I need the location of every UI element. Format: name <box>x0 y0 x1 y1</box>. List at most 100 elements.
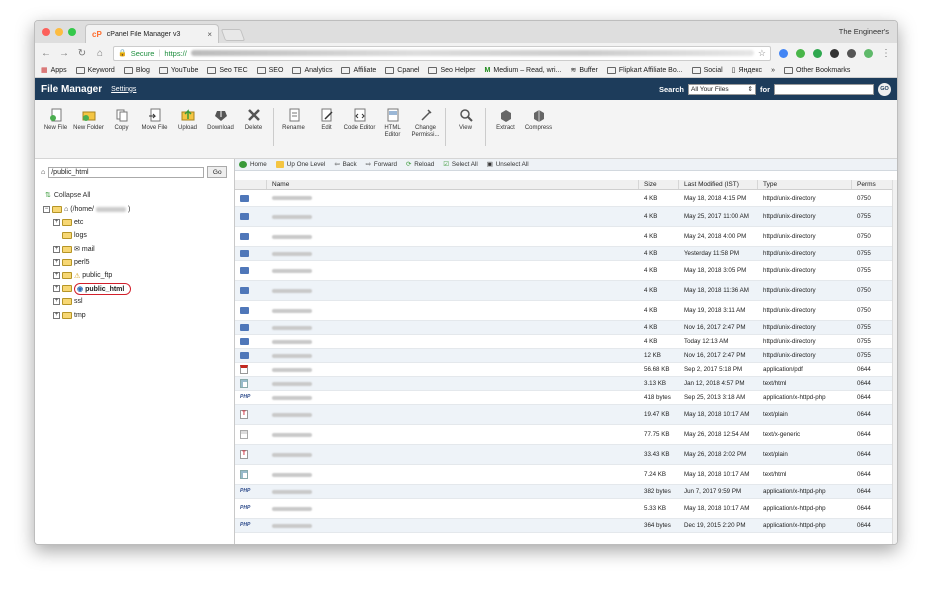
upload-button[interactable]: Upload <box>171 108 204 158</box>
expand-toggle[interactable]: + <box>53 298 60 306</box>
code-editor-button[interactable]: Code Editor <box>343 108 376 158</box>
file-perms-cell[interactable]: 0644 <box>852 425 897 444</box>
table-row[interactable]: 4 KB Today 12:13 AM httpd/unix-directory 07… <box>235 335 897 349</box>
collapse-toggle[interactable]: − <box>43 206 50 214</box>
expand-toggle[interactable]: + <box>53 258 60 266</box>
minimize-window-button[interactable] <box>55 28 63 36</box>
close-window-button[interactable] <box>42 28 50 36</box>
file-perms-cell[interactable]: 0644 <box>852 391 897 404</box>
file-perms-cell[interactable]: 0755 <box>852 247 897 260</box>
bookmark-item[interactable]: Analytics <box>292 66 332 74</box>
file-name-cell[interactable] <box>267 391 639 404</box>
file-name-cell[interactable] <box>267 207 639 226</box>
table-row[interactable]: 56.68 KB Sep 2, 2017 5:18 PM application/p… <box>235 363 897 377</box>
bookmark-item[interactable]: Seo Helper <box>428 66 476 74</box>
tree-item-public-ftp[interactable]: + ⚠ public_ftp <box>43 269 131 282</box>
file-perms-cell[interactable]: 0644 <box>852 499 897 518</box>
file-perms-cell[interactable]: 0644 <box>852 377 897 390</box>
extension-icon[interactable] <box>779 48 788 58</box>
file-perms-cell[interactable]: 0755 <box>852 349 897 362</box>
file-perms-cell[interactable]: 0644 <box>852 405 897 424</box>
table-row[interactable]: PHP 418 bytes Sep 25, 2013 3:18 AM applicat… <box>235 391 897 405</box>
file-perms-cell[interactable]: 0755 <box>852 261 897 280</box>
collapse-all-link[interactable]: ⇅ Collapse All <box>45 191 90 200</box>
table-row[interactable]: 4 KB May 18, 2018 11:36 AM httpd/unix-dire… <box>235 281 897 301</box>
bookmark-item[interactable]: ▦ Apps <box>41 66 67 75</box>
table-row[interactable]: 4 KB May 19, 2018 3:11 AM httpd/unix-direc… <box>235 301 897 321</box>
compress-button[interactable]: Compress <box>522 108 555 158</box>
extract-button[interactable]: Extract <box>489 108 522 158</box>
file-name-cell[interactable] <box>267 465 639 484</box>
tree-item-public-html[interactable]: + ◉ public_html <box>43 282 132 295</box>
profile-name[interactable]: The Engineer's <box>839 27 889 36</box>
file-name-cell[interactable] <box>267 261 639 280</box>
file-name-cell[interactable] <box>267 349 639 362</box>
file-perms-cell[interactable]: 0750 <box>852 281 897 300</box>
tree-item-mail[interactable]: + ✉ mail <box>43 243 131 256</box>
bookmark-star-icon[interactable]: ☆ <box>758 48 766 59</box>
file-name-cell[interactable] <box>267 321 639 334</box>
file-perms-cell[interactable]: 0644 <box>852 485 897 498</box>
tree-item-ssl[interactable]: + ssl <box>43 295 131 308</box>
file-name-cell[interactable] <box>267 190 639 206</box>
tree-item-perl5[interactable]: + perl5 <box>43 256 131 269</box>
table-row[interactable]: 4 KB May 24, 2018 4:00 PM httpd/unix-direc… <box>235 227 897 247</box>
browser-tab[interactable]: cP cPanel File Manager v3 × <box>85 24 219 43</box>
table-row[interactable]: 3.13 KB Jan 12, 2018 4:57 PM text/html 0644 <box>235 377 897 391</box>
file-name-cell[interactable] <box>267 281 639 300</box>
extension-icon[interactable] <box>796 48 805 58</box>
file-name-cell[interactable] <box>267 377 639 390</box>
extension-icon[interactable] <box>830 48 839 58</box>
back-arrow-icon[interactable]: ← <box>41 48 51 59</box>
table-row[interactable]: 4 KB Yesterday 11:58 PM httpd/unix-directo… <box>235 247 897 261</box>
file-name-cell[interactable] <box>267 405 639 424</box>
expand-toggle[interactable]: + <box>53 219 60 227</box>
file-perms-cell[interactable]: 0644 <box>852 465 897 484</box>
size-column-header[interactable]: Size <box>639 180 679 189</box>
maximize-window-button[interactable] <box>68 28 76 36</box>
table-row[interactable]: PHP 382 bytes Jun 7, 2017 9:59 PM applicati… <box>235 485 897 499</box>
file-perms-cell[interactable]: 0750 <box>852 190 897 206</box>
change-permissions-button[interactable]: Change Permissi... <box>409 108 442 158</box>
file-perms-cell[interactable]: 0750 <box>852 301 897 320</box>
modified-column-header[interactable]: Last Modified (IST) <box>679 180 758 189</box>
selected-folder[interactable]: ◉ public_html <box>74 282 132 295</box>
edit-button[interactable]: Edit <box>310 108 343 158</box>
tree-item-etc[interactable]: + etc <box>43 216 131 229</box>
bookmark-item[interactable]: Cpanel <box>385 66 419 74</box>
file-name-cell[interactable] <box>267 363 639 376</box>
table-row[interactable]: 4 KB May 25, 2017 11:00 AM httpd/unix-dire… <box>235 207 897 227</box>
table-row[interactable]: 4 KB May 18, 2018 3:05 PM httpd/unix-direc… <box>235 261 897 281</box>
copy-button[interactable]: Copy <box>105 108 138 158</box>
vertical-scrollbar[interactable] <box>892 180 897 544</box>
move-file-button[interactable]: Move File <box>138 108 171 158</box>
select-all-button[interactable]: ☑ Select All <box>443 161 478 168</box>
bookmarks-overflow[interactable]: » <box>771 67 775 74</box>
search-input[interactable] <box>774 83 874 95</box>
forward-button[interactable]: ⇨ Forward <box>366 161 397 168</box>
table-row[interactable]: 12 KB Nov 16, 2017 2:47 PM httpd/unix-dire… <box>235 349 897 363</box>
bookmark-item[interactable]: SEO <box>256 66 283 74</box>
home-button[interactable]: Home <box>239 161 267 168</box>
home-icon[interactable]: ⌂ <box>95 48 105 59</box>
file-perms-cell[interactable]: 0755 <box>852 321 897 334</box>
back-button[interactable]: ⇦ Back <box>334 161 356 168</box>
other-bookmarks[interactable]: Other Bookmarks <box>783 66 850 74</box>
delete-button[interactable]: Delete <box>237 108 270 158</box>
bookmark-item[interactable]: Keyword <box>75 66 115 74</box>
tab-close-icon[interactable]: × <box>207 30 212 39</box>
file-name-cell[interactable] <box>267 227 639 246</box>
file-name-cell[interactable] <box>267 499 639 518</box>
file-name-cell[interactable] <box>267 425 639 444</box>
table-row[interactable]: PHP 364 bytes Dec 19, 2015 2:20 PM applicat… <box>235 519 897 533</box>
bookmark-item[interactable]: ≋ Buffer <box>570 66 597 75</box>
view-button[interactable]: View <box>449 108 482 158</box>
bookmark-item[interactable]: YouTube <box>158 66 198 74</box>
table-row[interactable]: T 19.47 KB May 18, 2018 10:17 AM text/plain… <box>235 405 897 425</box>
path-go-button[interactable]: Go <box>207 166 228 178</box>
table-row[interactable]: T 33.43 KB May 26, 2018 2:02 PM text/plain 0… <box>235 445 897 465</box>
settings-link[interactable]: Settings <box>111 86 136 93</box>
file-name-cell[interactable] <box>267 445 639 464</box>
file-name-cell[interactable] <box>267 247 639 260</box>
extension-icon[interactable] <box>864 48 873 58</box>
